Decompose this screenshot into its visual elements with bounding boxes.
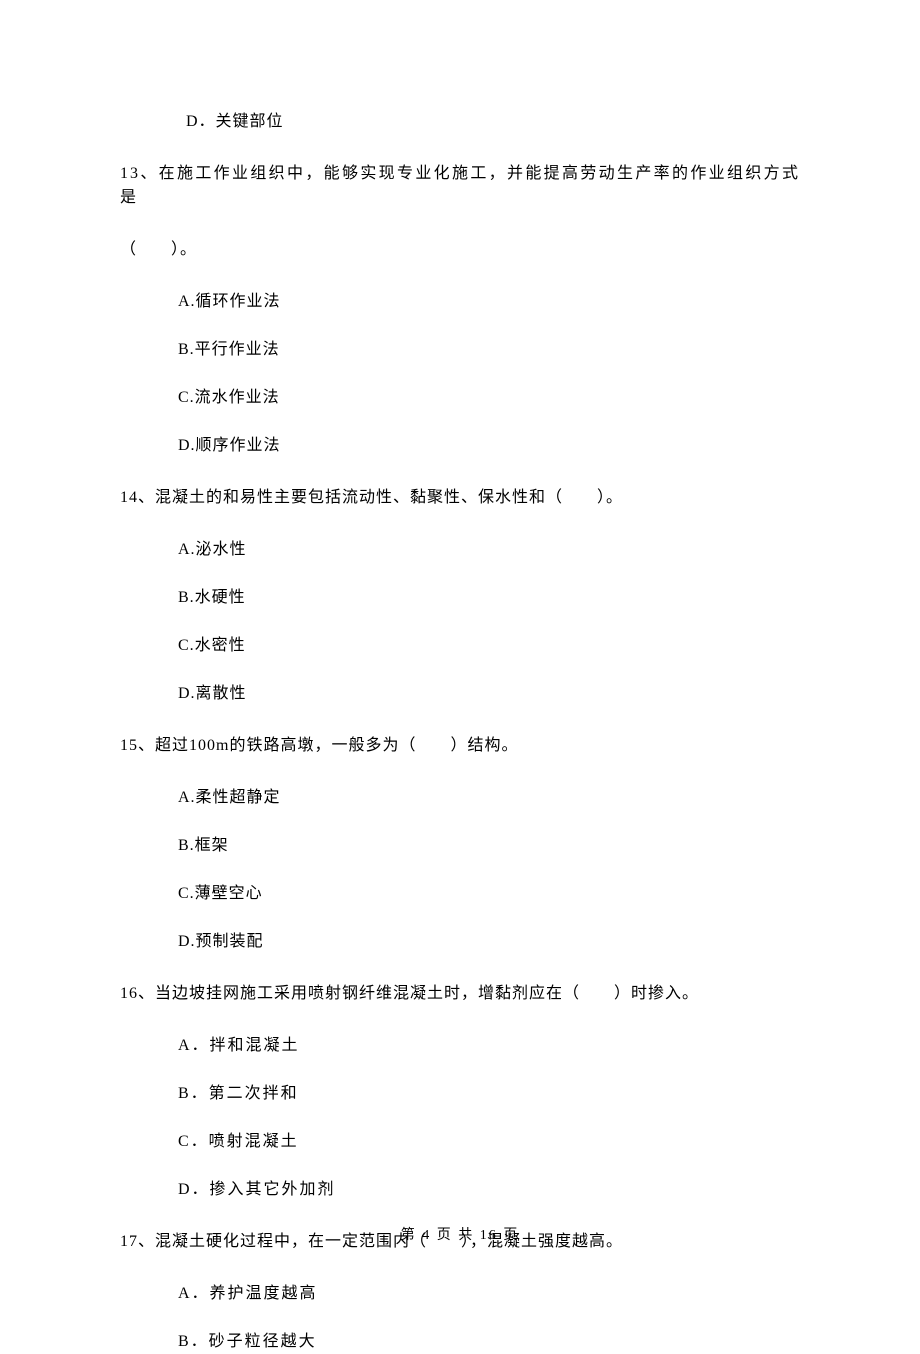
option-c: C．喷射混凝土: [178, 1130, 800, 1154]
question-15: 15、超过100m的铁路高墩，一般多为（ ）结构。 A.柔性超静定 B.框架 C…: [120, 734, 800, 954]
option-d: D.预制装配: [178, 930, 800, 954]
option-c: C.流水作业法: [178, 386, 800, 410]
option-c: C.水密性: [178, 634, 800, 658]
question-14: 14、混凝土的和易性主要包括流动性、黏聚性、保水性和（ ）。 A.泌水性 B.水…: [120, 486, 800, 706]
option-b: B．砂子粒径越大: [178, 1330, 800, 1354]
option-b: B.框架: [178, 834, 800, 858]
question-stem: 14、混凝土的和易性主要包括流动性、黏聚性、保水性和（ ）。: [120, 486, 800, 510]
option-b: B.水硬性: [178, 586, 800, 610]
option-a: A.循环作业法: [178, 290, 800, 314]
options-list: A.循环作业法 B.平行作业法 C.流水作业法 D.顺序作业法: [178, 290, 800, 458]
question-stem: 13、在施工作业组织中，能够实现专业化施工，并能提高劳动生产率的作业组织方式是: [120, 162, 800, 210]
options-list: A.柔性超静定 B.框架 C.薄壁空心 D.预制装配: [178, 786, 800, 954]
option-a: A．养护温度越高: [178, 1282, 800, 1306]
question-13: 13、在施工作业组织中，能够实现专业化施工，并能提高劳动生产率的作业组织方式是 …: [120, 162, 800, 458]
orphan-option-d: D．关键部位: [186, 110, 800, 134]
option-c: C.薄壁空心: [178, 882, 800, 906]
question-stem-continuation: （ ）。: [120, 238, 800, 262]
option-b: B．第二次拌和: [178, 1082, 800, 1106]
option-d: D.顺序作业法: [178, 434, 800, 458]
option-a: A.泌水性: [178, 538, 800, 562]
options-list: A．养护温度越高 B．砂子粒径越大: [178, 1282, 800, 1354]
option-b: B.平行作业法: [178, 338, 800, 362]
page-footer: 第 4 页 共 16 页: [0, 1225, 920, 1246]
question-stem: 16、当边坡挂网施工采用喷射钢纤维混凝土时，增黏剂应在（ ）时掺入。: [120, 982, 800, 1006]
options-list: A．拌和混凝土 B．第二次拌和 C．喷射混凝土 D．掺入其它外加剂: [178, 1034, 800, 1202]
options-list: A.泌水性 B.水硬性 C.水密性 D.离散性: [178, 538, 800, 706]
question-17: 17、混凝土硬化过程中，在一定范围内（ ），混凝土强度越高。 A．养护温度越高 …: [120, 1230, 800, 1354]
page-content: D．关键部位 13、在施工作业组织中，能够实现专业化施工，并能提高劳动生产率的作…: [0, 0, 920, 1354]
option-a: A.柔性超静定: [178, 786, 800, 810]
question-16: 16、当边坡挂网施工采用喷射钢纤维混凝土时，增黏剂应在（ ）时掺入。 A．拌和混…: [120, 982, 800, 1202]
question-stem: 15、超过100m的铁路高墩，一般多为（ ）结构。: [120, 734, 800, 758]
option-d: D.离散性: [178, 682, 800, 706]
option-d: D．掺入其它外加剂: [178, 1178, 800, 1202]
option-a: A．拌和混凝土: [178, 1034, 800, 1058]
